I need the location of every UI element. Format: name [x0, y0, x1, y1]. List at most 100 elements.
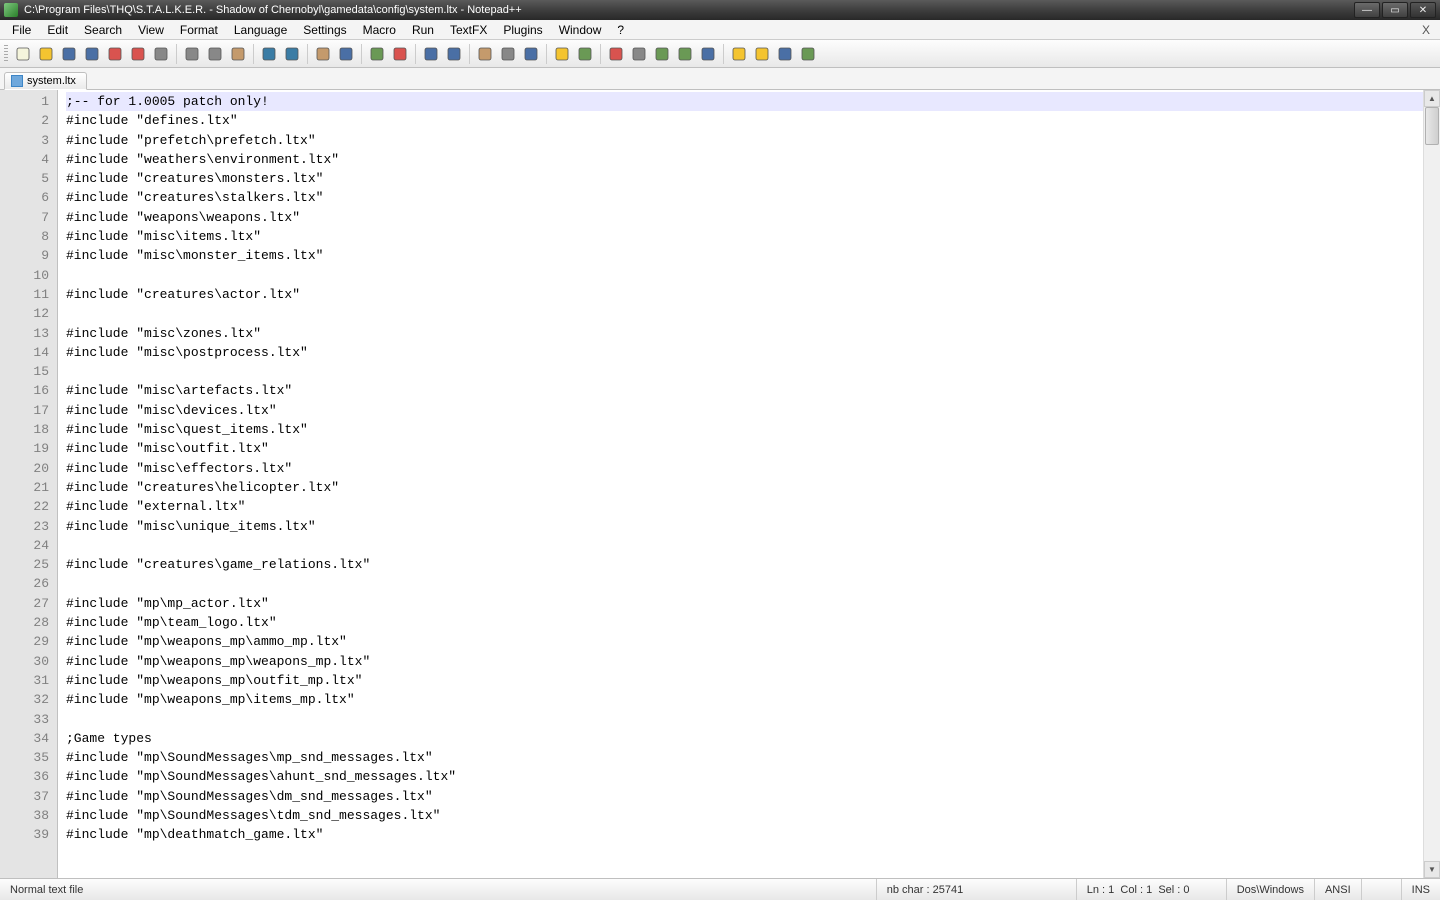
code-line[interactable]	[66, 536, 1423, 555]
stop-macro-icon[interactable]	[629, 44, 649, 64]
first-diff-icon[interactable]	[775, 44, 795, 64]
undo-icon[interactable]	[259, 44, 279, 64]
code-line[interactable]: #include "misc\effectors.ltx"	[66, 459, 1423, 478]
menubar: FileEditSearchViewFormatLanguageSettings…	[0, 20, 1440, 40]
save-macro-icon[interactable]	[698, 44, 718, 64]
code-line[interactable]: #include "external.ltx"	[66, 497, 1423, 516]
copy-icon[interactable]	[205, 44, 225, 64]
folder-icon[interactable]	[552, 44, 572, 64]
zoom-in-icon[interactable]	[367, 44, 387, 64]
code-line[interactable]: #include "misc\artefacts.ltx"	[66, 381, 1423, 400]
code-line[interactable]: #include "mp\deathmatch_game.ltx"	[66, 825, 1423, 844]
code-line[interactable]: ;-- for 1.0005 patch only!	[66, 92, 1423, 111]
menu-textfx[interactable]: TextFX	[442, 21, 495, 39]
menu-macro[interactable]: Macro	[355, 21, 404, 39]
code-line[interactable]: #include "mp\team_logo.ltx"	[66, 613, 1423, 632]
close-icon[interactable]	[105, 44, 125, 64]
record-macro-icon[interactable]	[606, 44, 626, 64]
code-line[interactable]: #include "creatures\game_relations.ltx"	[66, 555, 1423, 574]
line-number: 9	[0, 246, 49, 265]
vertical-scrollbar[interactable]: ▲ ▼	[1423, 90, 1440, 878]
minimize-button[interactable]: —	[1354, 2, 1380, 18]
cut-icon[interactable]	[182, 44, 202, 64]
save-icon[interactable]	[59, 44, 79, 64]
menu-run[interactable]: Run	[404, 21, 442, 39]
code-line[interactable]: #include "weapons\weapons.ltx"	[66, 208, 1423, 227]
code-line[interactable]: #include "creatures\stalkers.ltx"	[66, 188, 1423, 207]
code-line[interactable]	[66, 304, 1423, 323]
code-line[interactable]: #include "creatures\monsters.ltx"	[66, 169, 1423, 188]
code-line[interactable]	[66, 574, 1423, 593]
code-line[interactable]	[66, 362, 1423, 381]
scroll-thumb[interactable]	[1425, 107, 1439, 145]
code-line[interactable]: #include "misc\quest_items.ltx"	[66, 420, 1423, 439]
menu-search[interactable]: Search	[76, 21, 130, 39]
menu-q[interactable]: ?	[609, 21, 632, 39]
clear-compare-icon[interactable]	[752, 44, 772, 64]
menu-format[interactable]: Format	[172, 21, 226, 39]
code-line[interactable]: #include "misc\devices.ltx"	[66, 401, 1423, 420]
next-diff-icon[interactable]	[798, 44, 818, 64]
code-line[interactable]	[66, 710, 1423, 729]
code-line[interactable]: #include "weathers\environment.ltx"	[66, 150, 1423, 169]
paste-icon[interactable]	[228, 44, 248, 64]
compare-icon[interactable]	[729, 44, 749, 64]
menu-close-doc[interactable]: X	[1416, 23, 1436, 37]
code-line[interactable]: #include "defines.ltx"	[66, 111, 1423, 130]
code-line[interactable]: #include "creatures\actor.ltx"	[66, 285, 1423, 304]
code-line[interactable]: #include "misc\monster_items.ltx"	[66, 246, 1423, 265]
code-line[interactable]: #include "mp\SoundMessages\ahunt_snd_mes…	[66, 767, 1423, 786]
open-file-icon[interactable]	[36, 44, 56, 64]
new-file-icon[interactable]	[13, 44, 33, 64]
menu-view[interactable]: View	[130, 21, 172, 39]
code-line[interactable]: #include "mp\weapons_mp\weapons_mp.ltx"	[66, 652, 1423, 671]
wrap-icon[interactable]	[475, 44, 495, 64]
code-line[interactable]: #include "mp\weapons_mp\outfit_mp.ltx"	[66, 671, 1423, 690]
code-line[interactable]: #include "prefetch\prefetch.ltx"	[66, 131, 1423, 150]
status-empty	[1362, 879, 1402, 900]
play-macro-icon[interactable]	[652, 44, 672, 64]
menu-file[interactable]: File	[4, 21, 39, 39]
scroll-up-button[interactable]: ▲	[1424, 90, 1440, 107]
menu-settings[interactable]: Settings	[295, 21, 354, 39]
replace-icon[interactable]	[336, 44, 356, 64]
code-line[interactable]: ;Game types	[66, 729, 1423, 748]
print-icon[interactable]	[151, 44, 171, 64]
close-window-button[interactable]: ✕	[1410, 2, 1436, 18]
code-line[interactable]: #include "mp\SoundMessages\tdm_snd_messa…	[66, 806, 1423, 825]
redo-icon[interactable]	[282, 44, 302, 64]
tab-system-ltx[interactable]: system.ltx	[4, 72, 87, 90]
code-line[interactable]: #include "creatures\helicopter.ltx"	[66, 478, 1423, 497]
code-line[interactable]: #include "misc\outfit.ltx"	[66, 439, 1423, 458]
maximize-button[interactable]: ▭	[1382, 2, 1408, 18]
code-line[interactable]: #include "mp\mp_actor.ltx"	[66, 594, 1423, 613]
line-number: 34	[0, 729, 49, 748]
scroll-track[interactable]	[1424, 107, 1440, 861]
code-editor[interactable]: ;-- for 1.0005 patch only!#include "defi…	[58, 90, 1423, 878]
line-number: 20	[0, 459, 49, 478]
menu-window[interactable]: Window	[551, 21, 610, 39]
code-line[interactable]: #include "misc\postprocess.ltx"	[66, 343, 1423, 362]
menu-language[interactable]: Language	[226, 21, 295, 39]
play-multi-icon[interactable]	[675, 44, 695, 64]
menu-edit[interactable]: Edit	[39, 21, 76, 39]
scroll-down-button[interactable]: ▼	[1424, 861, 1440, 878]
sync-v-icon[interactable]	[421, 44, 441, 64]
function-list-icon[interactable]	[575, 44, 595, 64]
code-line[interactable]: #include "misc\zones.ltx"	[66, 324, 1423, 343]
close-all-icon[interactable]	[128, 44, 148, 64]
code-line[interactable]: #include "mp\weapons_mp\ammo_mp.ltx"	[66, 632, 1423, 651]
sync-h-icon[interactable]	[444, 44, 464, 64]
code-line[interactable]: #include "mp\SoundMessages\mp_snd_messag…	[66, 748, 1423, 767]
code-line[interactable]: #include "mp\weapons_mp\items_mp.ltx"	[66, 690, 1423, 709]
code-line[interactable]: #include "misc\unique_items.ltx"	[66, 517, 1423, 536]
show-all-icon[interactable]	[498, 44, 518, 64]
code-line[interactable]	[66, 266, 1423, 285]
code-line[interactable]: #include "misc\items.ltx"	[66, 227, 1423, 246]
zoom-out-icon[interactable]	[390, 44, 410, 64]
indent-guide-icon[interactable]	[521, 44, 541, 64]
menu-plugins[interactable]: Plugins	[495, 21, 550, 39]
save-all-icon[interactable]	[82, 44, 102, 64]
find-icon[interactable]	[313, 44, 333, 64]
code-line[interactable]: #include "mp\SoundMessages\dm_snd_messag…	[66, 787, 1423, 806]
